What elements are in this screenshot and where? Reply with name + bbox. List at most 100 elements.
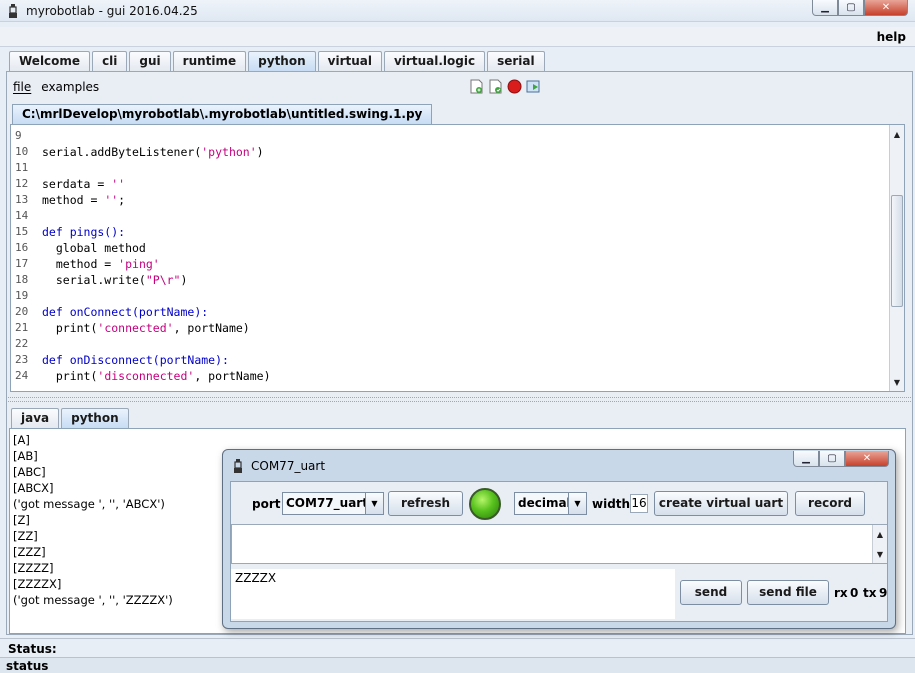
port-select[interactable]: COM77_uart ▼ [282,492,384,515]
code-line: def onDisconnect(portName): [42,353,229,367]
scroll-up-icon[interactable]: ▲ [890,127,904,141]
file-menu[interactable]: file [8,77,36,97]
format-value: decimal [518,496,571,510]
line-number: 10 [15,145,29,158]
maximize-button[interactable]: ▢ [838,0,864,16]
line-number: 14 [15,209,29,222]
line-number: 15 [15,225,29,238]
line-number: 12 [15,177,29,190]
line-number: 22 [15,337,29,350]
console-line: [Z] [13,513,30,527]
scroll-up-icon[interactable]: ▲ [873,527,887,541]
console-line: [A] [13,433,30,447]
examples-menu[interactable]: examples [36,77,104,97]
code-line: serial.write("P\r") [42,273,188,287]
record-button[interactable]: record [795,491,865,516]
status-text: status [6,659,49,673]
tab-gui[interactable]: gui [129,51,171,71]
code-editor[interactable]: 9 10 serial.addByteListener('python') 11 … [10,124,905,392]
line-number: 17 [15,257,29,270]
main-tabs: Welcome cli gui runtime python virtual v… [9,51,547,71]
send-file-button[interactable]: send file [747,580,829,605]
tab-python[interactable]: python [248,51,316,71]
console-line: [ZZZ] [13,545,46,559]
line-number: 18 [15,273,29,286]
code-line: print('connected', portName) [42,321,250,335]
width-field[interactable]: 16 [630,494,648,513]
serial-panel: port COM77_uart ▼ refresh decimal ▼ widt… [230,481,888,622]
tab-python-output[interactable]: python [61,408,129,428]
line-number: 21 [15,321,29,334]
connection-status-led [469,488,501,520]
window-title: myrobotlab - gui 2016.04.25 [26,4,198,18]
console-line: [ZZZZ] [13,561,54,575]
com77-uart-dialog: COM77_uart ▁ ▢ ✕ port COM77_uart ▼ refre… [222,449,896,629]
create-virtual-uart-button[interactable]: create virtual uart [654,491,788,516]
line-number: 20 [15,305,29,318]
window-controls: ▁ ▢ ✕ [812,0,908,16]
script-file-tab[interactable]: C:\mrlDevelop\myrobotlab\.myrobotlab\unt… [12,104,433,124]
console-line: ('got message ', '', 'ZZZZX') [13,593,173,607]
send-textarea[interactable]: ZZZZX [231,569,675,619]
code-line: method = 'ping' [42,257,160,271]
send-button[interactable]: send [680,580,742,605]
new-script-icon[interactable] [469,79,484,94]
tab-welcome[interactable]: Welcome [9,51,91,71]
refresh-button[interactable]: refresh [388,491,463,516]
help-menu[interactable]: help [877,30,906,44]
chevron-down-icon: ▼ [365,493,383,514]
width-label: width [592,497,631,511]
format-select[interactable]: decimal ▼ [514,492,587,515]
editor-scrollbar[interactable]: ▲ ▼ [889,125,904,391]
code-line: print('disconnected', portName) [42,369,271,383]
line-number: 9 [15,129,22,142]
close-button[interactable]: ✕ [864,0,908,16]
port-label: port [252,497,281,511]
line-number: 16 [15,241,29,254]
code-line: global method [42,241,146,255]
tab-serial[interactable]: serial [487,51,545,71]
status-label: Status: [8,642,57,656]
scroll-thumb[interactable] [891,195,903,307]
myrobotlab-icon [9,4,17,18]
receive-textarea[interactable]: ▲ ▼ [231,524,887,564]
code-line: serial.addByteListener('python') [42,145,264,159]
output-tabs: java python [11,408,131,428]
console-line: [ABCX] [13,481,54,495]
console-line: [ZZ] [13,529,38,543]
line-number: 11 [15,161,29,174]
send-text: ZZZZX [235,571,277,585]
chevron-down-icon: ▼ [568,493,586,514]
myrobotlab-icon [234,459,242,473]
line-number: 13 [15,193,29,206]
python-menu: file examples [8,77,104,97]
console-line: [ZZZZX] [13,577,62,591]
line-number: 19 [15,289,29,302]
tx-count: 9 [879,586,888,600]
menu-bar: help [0,27,915,47]
dialog-close-button[interactable]: ✕ [845,451,889,467]
dialog-minimize-button[interactable]: ▁ [793,451,819,467]
execute-icon[interactable] [526,79,541,94]
console-line: [AB] [13,449,38,463]
tab-runtime[interactable]: runtime [172,51,247,71]
tab-virtual[interactable]: virtual [317,51,382,71]
dialog-maximize-button[interactable]: ▢ [819,451,845,467]
split-pane-divider[interactable] [6,397,913,402]
console-line: ('got message ', '', 'ABCX') [13,497,165,511]
tab-cli[interactable]: cli [92,51,128,71]
code-line: serdata = '' [42,177,126,191]
receive-scrollbar[interactable]: ▲ ▼ [872,525,887,563]
line-number: 24 [15,369,29,382]
minimize-button[interactable]: ▁ [812,0,838,16]
tab-java-output[interactable]: java [11,408,60,428]
tab-virtual-logic[interactable]: virtual.logic [383,51,486,71]
scroll-down-icon[interactable]: ▼ [890,375,904,389]
dialog-window-controls: ▁ ▢ ✕ [793,451,889,467]
scroll-down-icon[interactable]: ▼ [873,547,887,561]
code-line: method = ''; [42,193,126,207]
console-line: [ABC] [13,465,46,479]
code-line: def onConnect(portName): [42,305,209,319]
stop-record-icon[interactable] [507,79,522,94]
open-script-icon[interactable] [488,79,503,94]
